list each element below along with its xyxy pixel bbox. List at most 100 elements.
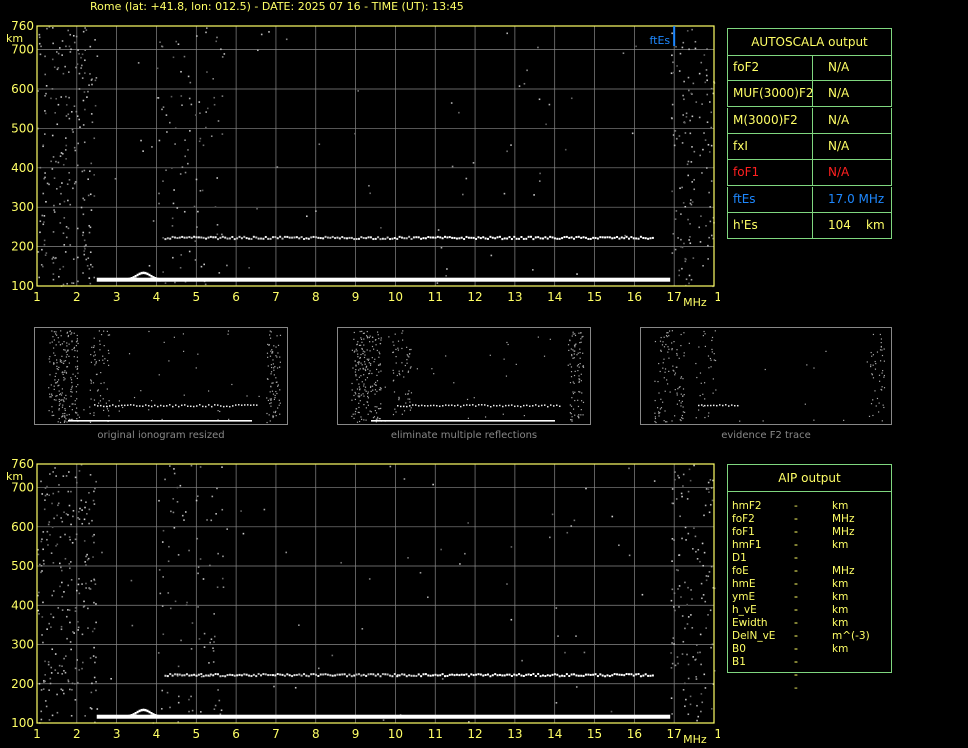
noise-point xyxy=(90,79,93,81)
thumbnail-noise xyxy=(379,408,381,410)
noise-point xyxy=(698,116,701,119)
es-multiple-point xyxy=(434,673,437,676)
noise-point xyxy=(706,48,708,50)
noise-point xyxy=(672,232,675,235)
noise-point xyxy=(687,174,690,177)
thumbnail-f2-point xyxy=(701,404,703,406)
y-axis-label: km xyxy=(6,470,23,483)
thumbnail-noise xyxy=(374,406,376,408)
thumbnail-noise xyxy=(703,330,705,333)
es-multiple-point xyxy=(412,674,415,677)
thumbnail-noise xyxy=(654,417,657,420)
thumbnail-multiple xyxy=(451,404,453,406)
x-tick-label: 3 xyxy=(113,727,121,741)
thumbnail-noise xyxy=(73,347,75,350)
thumbnail-multiple xyxy=(517,405,519,407)
noise-point xyxy=(53,211,56,213)
aip-name: foE xyxy=(732,565,749,577)
es-multiple-point xyxy=(350,675,353,678)
es-multiple-point xyxy=(494,237,497,240)
thumbnail-noise xyxy=(366,358,368,360)
thumbnail-noise xyxy=(570,413,572,415)
noise-point xyxy=(704,139,707,141)
thumbnail-multiple xyxy=(229,405,231,408)
thumbnail-noise xyxy=(97,389,99,391)
noise-point xyxy=(191,709,194,712)
thumbnail-noise xyxy=(662,341,664,343)
es-multiple-point xyxy=(532,238,535,241)
noise-point xyxy=(694,47,697,50)
thumbnail-noise xyxy=(49,342,51,344)
noise-point xyxy=(72,187,74,190)
noise-point xyxy=(166,131,168,133)
thumbnail-multiple xyxy=(514,405,516,408)
noise-point xyxy=(678,269,681,272)
noise-point xyxy=(48,622,50,625)
thumbnail-noise xyxy=(63,362,65,364)
thumbnail-noise xyxy=(410,348,412,351)
noise-point xyxy=(162,633,165,636)
thumbnail-noise xyxy=(183,350,185,352)
es-multiple-point xyxy=(594,673,597,676)
noise-point xyxy=(88,492,90,494)
thumbnail-noise xyxy=(59,421,62,424)
noise-point xyxy=(51,526,54,529)
noise-point xyxy=(51,714,54,717)
es-multiple-point xyxy=(424,673,427,676)
thumbnail-noise xyxy=(128,353,131,355)
noise-point xyxy=(672,637,675,639)
noise-point xyxy=(684,627,686,630)
noise-point xyxy=(51,134,54,137)
noise-point xyxy=(671,488,674,490)
es-multiple-point xyxy=(584,673,587,676)
noise-point xyxy=(340,561,342,564)
thumbnail-noise xyxy=(63,349,65,351)
thumbnail-noise xyxy=(93,414,95,416)
thumbnail-noise xyxy=(361,348,363,350)
thumbnail-noise xyxy=(843,419,845,421)
es-multiple-point xyxy=(491,674,494,677)
thumbnail-noise xyxy=(570,419,572,421)
noise-point xyxy=(43,681,45,683)
es-trace-point xyxy=(130,277,133,280)
thumbnail-noise xyxy=(663,420,665,422)
es-multiple-point xyxy=(176,237,179,240)
noise-point xyxy=(87,194,90,197)
thumbnail-noise xyxy=(374,393,376,395)
noise-point xyxy=(709,101,711,103)
noise-point xyxy=(216,233,219,236)
noise-point xyxy=(691,115,694,118)
noise-point xyxy=(490,254,493,257)
es-multiple-point xyxy=(623,237,626,240)
noise-point xyxy=(203,632,206,635)
noise-point xyxy=(89,193,92,196)
noise-point xyxy=(688,282,690,285)
es-multiple-point xyxy=(539,237,542,240)
thumbnail-noise xyxy=(354,360,356,362)
thumbnail-noise xyxy=(699,395,701,397)
noise-point xyxy=(93,137,96,140)
noise-point xyxy=(76,164,79,167)
noise-point xyxy=(88,277,91,279)
thumbnail-noise xyxy=(108,415,110,417)
noise-point xyxy=(181,514,184,517)
thumbnail-noise xyxy=(61,388,63,390)
noise-point xyxy=(50,672,53,674)
es-multiple-point xyxy=(463,238,466,241)
es-multiple-point xyxy=(611,674,614,677)
noise-point xyxy=(70,648,72,651)
es-multiple-point xyxy=(171,674,174,677)
thumbnail-noise xyxy=(89,412,91,415)
thumbnail-noise xyxy=(370,411,372,413)
thumbnail-multiple xyxy=(418,405,420,407)
noise-point xyxy=(95,603,97,605)
thumbnail-noise xyxy=(365,419,367,421)
noise-point xyxy=(72,131,74,133)
es-trace-point xyxy=(166,278,169,282)
es-multiple-point xyxy=(415,236,418,239)
noise-point xyxy=(41,634,43,636)
thumbnail-noise xyxy=(576,354,578,356)
noise-point xyxy=(44,112,47,115)
noise-point xyxy=(223,53,226,55)
plot-frame xyxy=(36,463,715,724)
